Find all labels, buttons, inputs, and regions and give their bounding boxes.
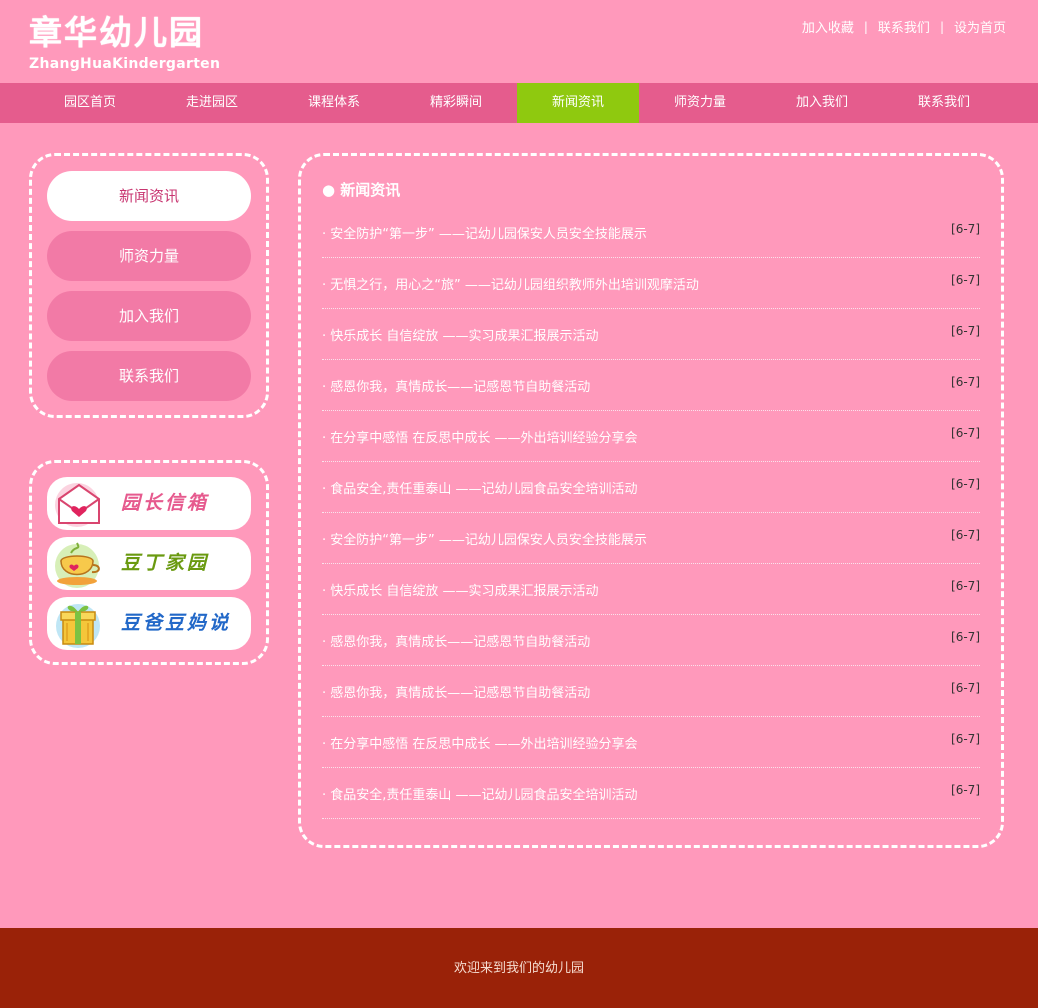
news-item[interactable]: · 在分享中感悟 在反思中成长 ——外出培训经验分享会 [6-7] [322,411,980,462]
news-item[interactable]: · 感恩你我，真情成长——记感恩节自助餐活动 [6-7] [322,615,980,666]
site-logo[interactable]: 章华幼儿园 ZhangHuaKindergarten [29,13,220,74]
news-item-date: [6-7] [951,426,980,440]
news-item-date: [6-7] [951,732,980,746]
news-item-date: [6-7] [951,477,980,491]
sidebar-item-contact[interactable]: 联系我们 [47,351,251,401]
footer-text: 欢迎来到我们的幼儿园 [453,961,584,976]
news-item-title[interactable]: · 在分享中感悟 在反思中成长 ——外出培训经验分享会 [322,427,638,446]
gift-box-icon [56,604,100,648]
envelope-heart-icon [55,483,100,527]
toplink-separator: | [863,19,868,34]
news-item-title[interactable]: · 安全防护“第一步” ——记幼儿园保安人员安全技能展示 [322,223,647,242]
teacup-icon [55,542,100,588]
news-item-title[interactable]: · 食品安全,责任重泰山 ——记幼儿园食品安全培训活动 [322,478,638,497]
set-homepage-link[interactable]: 设为首页 [954,17,1006,36]
nav-item-about[interactable]: 走进园区 [151,83,273,123]
news-item-date: [6-7] [951,273,980,287]
news-item-date: [6-7] [951,324,980,338]
news-item-title[interactable]: · 感恩你我，真情成长——记感恩节自助餐活动 [322,631,590,650]
news-item-title[interactable]: · 食品安全,责任重泰山 ——记幼儿园食品安全培训活动 [322,784,638,803]
nav-item-home[interactable]: 园区首页 [29,83,151,123]
principal-mailbox-button[interactable]: 园长信箱 [47,477,251,530]
add-favorite-link[interactable]: 加入收藏 [802,17,854,36]
news-panel: ● 新闻资讯 · 安全防护“第一步” ——记幼儿园保安人员安全技能展示 [6-7]… [298,153,1004,848]
footer: 欢迎来到我们的幼儿园 [0,928,1038,1008]
header: 章华幼儿园 ZhangHuaKindergarten 加入收藏 | 联系我们 |… [0,0,1038,83]
news-item-date: [6-7] [951,528,980,542]
news-item-date: [6-7] [951,375,980,389]
news-item[interactable]: · 食品安全,责任重泰山 ——记幼儿园食品安全培训活动 [6-7] [322,768,980,819]
news-item-title[interactable]: · 安全防护“第一步” ——记幼儿园保安人员安全技能展示 [322,529,647,548]
main-nav: 园区首页 走进园区 课程体系 精彩瞬间 新闻资讯 师资力量 加入我们 联系我们 [0,83,1038,123]
news-item[interactable]: · 感恩你我，真情成长——记感恩节自助餐活动 [6-7] [322,360,980,411]
top-links: 加入收藏 | 联系我们 | 设为首页 [802,17,1006,37]
news-item[interactable]: · 安全防护“第一步” ——记幼儿园保安人员安全技能展示 [6-7] [322,513,980,564]
parents-say-label: 豆爸豆妈说 [121,612,232,634]
news-item[interactable]: · 感恩你我，真情成长——记感恩节自助餐活动 [6-7] [322,666,980,717]
news-item-date: [6-7] [951,783,980,797]
news-list: · 安全防护“第一步” ——记幼儿园保安人员安全技能展示 [6-7] · 无惧之行… [322,207,980,819]
doudin-home-button[interactable]: 豆丁家园 [47,537,251,590]
nav-item-contact[interactable]: 联系我们 [883,83,1005,123]
toplink-separator: | [939,19,944,34]
sidebar-item-teachers[interactable]: 师资力量 [47,231,251,281]
news-item-title[interactable]: · 在分享中感悟 在反思中成长 ——外出培训经验分享会 [322,733,638,752]
news-item-date: [6-7] [951,681,980,695]
news-item-title[interactable]: · 感恩你我，真情成长——记感恩节自助餐活动 [322,682,590,701]
sidebar-menu: 新闻资讯 师资力量 加入我们 联系我们 [29,153,269,418]
news-item[interactable]: · 食品安全,责任重泰山 ——记幼儿园食品安全培训活动 [6-7] [322,462,980,513]
nav-item-moments[interactable]: 精彩瞬间 [395,83,517,123]
news-item-date: [6-7] [951,630,980,644]
principal-mailbox-label: 园长信箱 [121,492,210,514]
nav-item-join[interactable]: 加入我们 [761,83,883,123]
news-item-title[interactable]: · 感恩你我，真情成长——记感恩节自助餐活动 [322,376,590,395]
sidebar-item-join[interactable]: 加入我们 [47,291,251,341]
parents-say-button[interactable]: 豆爸豆妈说 [47,597,251,650]
logo-english-name: ZhangHuaKindergarten [29,56,221,72]
contact-us-link[interactable]: 联系我们 [878,17,930,36]
sidebar-links: 园长信箱 豆丁家园 豆爸豆妈说 [29,460,269,665]
nav-item-courses[interactable]: 课程体系 [273,83,395,123]
news-item-title[interactable]: · 快乐成长 自信绽放 ——实习成果汇报展示活动 [322,580,599,599]
news-item-title[interactable]: · 无惧之行，用心之“旅” ——记幼儿园组织教师外出培训观摩活动 [322,274,699,293]
news-item[interactable]: · 在分享中感悟 在反思中成长 ——外出培训经验分享会 [6-7] [322,717,980,768]
news-item-date: [6-7] [951,222,980,236]
news-item[interactable]: · 安全防护“第一步” ——记幼儿园保安人员安全技能展示 [6-7] [322,207,980,258]
news-item[interactable]: · 快乐成长 自信绽放 ——实习成果汇报展示活动 [6-7] [322,564,980,615]
news-item-date: [6-7] [951,579,980,593]
nav-item-teachers[interactable]: 师资力量 [639,83,761,123]
sidebar-item-news[interactable]: 新闻资讯 [47,171,251,221]
news-panel-title: ● 新闻资讯 [322,181,401,199]
logo-chinese-name: 章华幼儿园 [29,13,204,52]
news-item-title[interactable]: · 快乐成长 自信绽放 ——实习成果汇报展示活动 [322,325,599,344]
nav-item-news[interactable]: 新闻资讯 [517,83,639,123]
news-item[interactable]: · 快乐成长 自信绽放 ——实习成果汇报展示活动 [6-7] [322,309,980,360]
doudin-home-label: 豆丁家园 [121,552,210,574]
news-item[interactable]: · 无惧之行，用心之“旅” ——记幼儿园组织教师外出培训观摩活动 [6-7] [322,258,980,309]
